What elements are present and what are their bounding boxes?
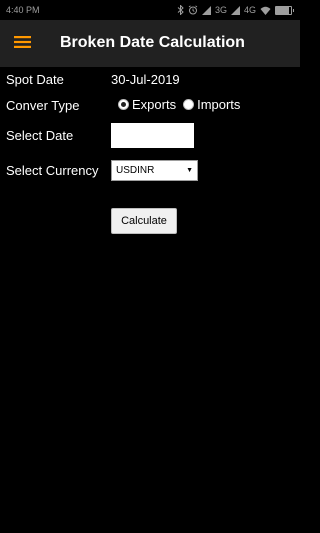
network-4g-label: 4G — [243, 5, 256, 15]
radio-exports-indicator[interactable] — [118, 99, 129, 110]
status-bar: 4:40 PM 3G 4G — [0, 0, 300, 20]
spot-date-label: Spot Date — [6, 72, 64, 87]
battery-icon — [275, 5, 294, 15]
status-time: 4:40 PM — [6, 5, 40, 15]
bluetooth-icon — [177, 5, 184, 15]
radio-imports-label: Imports — [197, 97, 241, 112]
signal-bars-icon — [201, 5, 211, 15]
spot-date-value: 30-Jul-2019 — [111, 72, 180, 87]
radio-exports[interactable]: Exports — [118, 97, 176, 112]
currency-selected-value: USDINR — [116, 165, 155, 176]
select-currency-label: Select Currency — [6, 163, 99, 178]
battery-level-fill — [276, 6, 289, 14]
currency-dropdown[interactable]: USDINR ▼ — [111, 160, 198, 181]
hamburger-menu-icon — [13, 35, 31, 53]
radio-selected-dot — [121, 102, 126, 107]
menu-button[interactable] — [0, 20, 44, 67]
select-date-label: Select Date — [6, 128, 74, 143]
status-icons: 3G 4G — [177, 5, 294, 15]
radio-imports-indicator[interactable] — [183, 99, 195, 110]
app-bar: Broken Date Calculation — [0, 20, 300, 67]
calculate-button[interactable]: Calculate — [111, 208, 177, 234]
page-title: Broken Date Calculation — [60, 34, 245, 51]
signal-bars-icon-2 — [230, 5, 240, 15]
conversion-type-label: Conver Type — [6, 98, 80, 113]
dropdown-arrow-icon: ▼ — [186, 167, 193, 174]
network-3g-label: 3G — [214, 5, 227, 15]
select-date-field[interactable] — [111, 123, 194, 148]
wifi-icon — [260, 6, 271, 15]
alarm-icon — [188, 5, 198, 15]
radio-imports[interactable]: Imports — [183, 97, 240, 112]
conversion-type-radio-group: Exports Imports — [118, 97, 240, 112]
radio-exports-label: Exports — [132, 97, 177, 112]
